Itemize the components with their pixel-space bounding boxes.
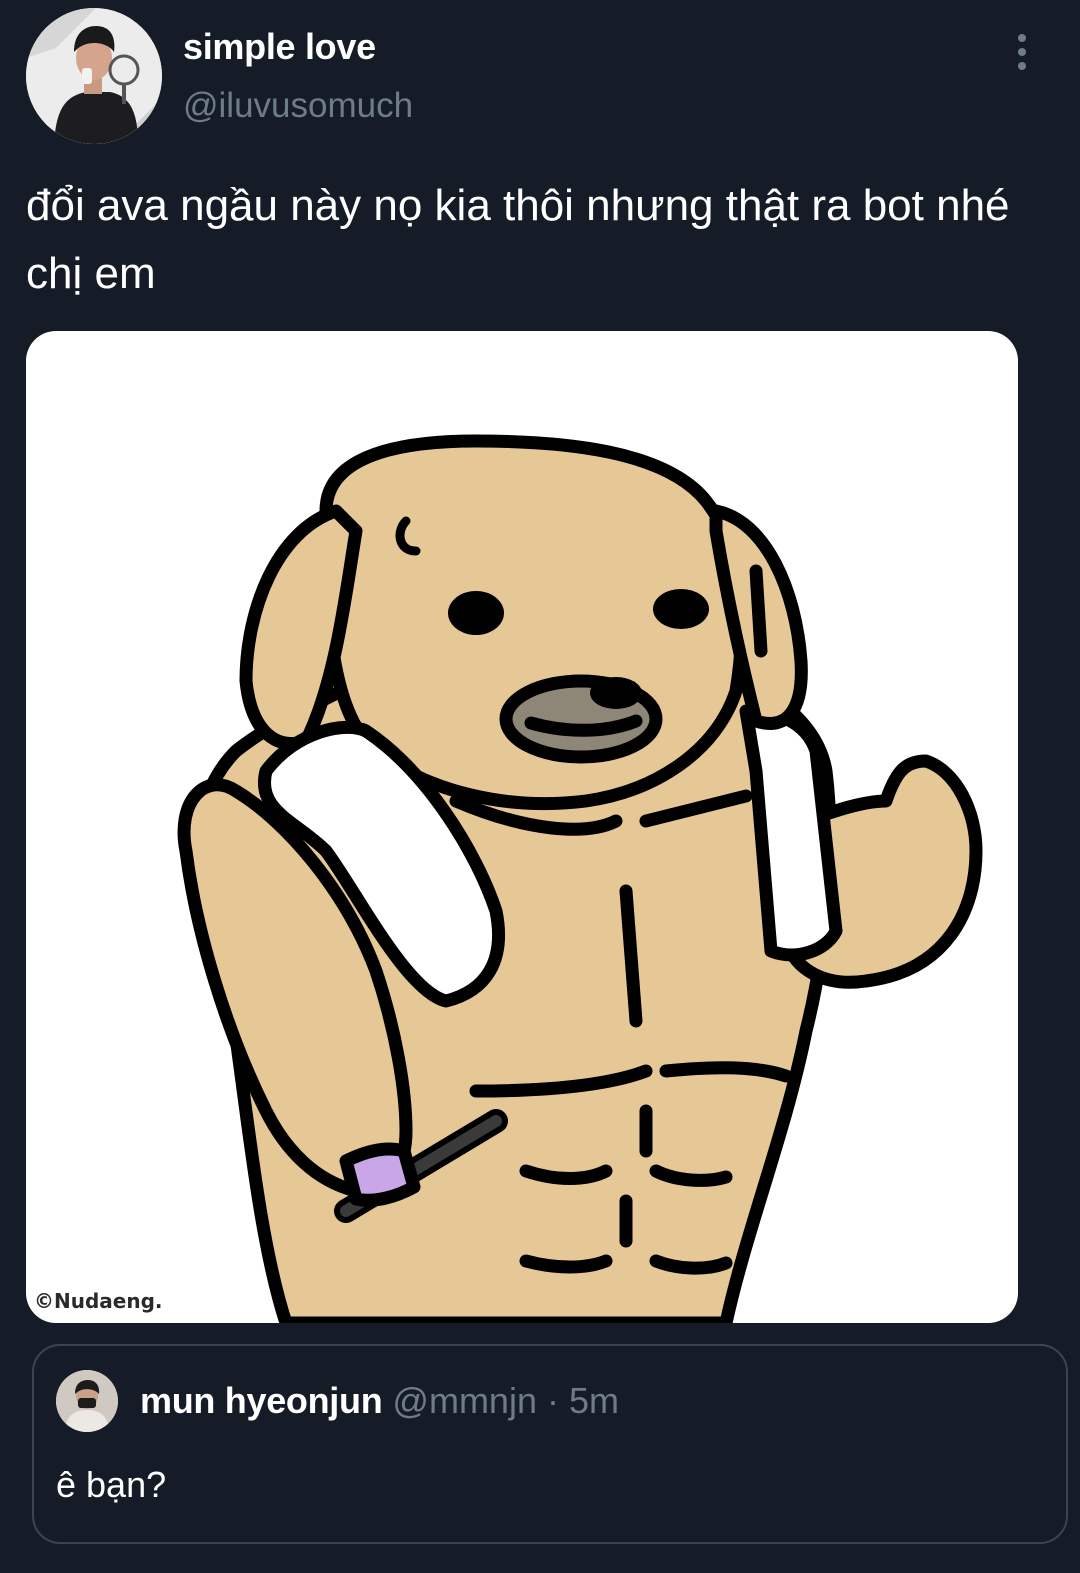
quoted-timestamp[interactable]: 5m (569, 1380, 619, 1421)
quoted-author-avatar[interactable] (56, 1370, 118, 1432)
quoted-tweet-card[interactable]: mun hyeonjun @mmnjn · 5m ê bạn? (32, 1344, 1068, 1544)
quoted-handle[interactable]: @mmnjn (392, 1380, 537, 1421)
avatar-photo (26, 8, 162, 144)
muscular-dog-illustration (177, 434, 983, 1323)
tweet-text: đổi ava ngầu này nọ kia thôi nhưng thật … (26, 181, 1010, 298)
author-display-name[interactable]: simple love (183, 26, 376, 68)
tweet-media-image[interactable]: ©Nudaeng. (26, 331, 1018, 1323)
vertical-dots-icon (1018, 34, 1026, 42)
quoted-display-name[interactable]: mun hyeonjun (140, 1380, 383, 1421)
avatar-photo (56, 1370, 118, 1432)
media-watermark: ©Nudaeng. (34, 1289, 163, 1313)
author-avatar[interactable] (26, 8, 162, 144)
meta-separator: · (546, 1380, 559, 1421)
more-options-button[interactable] (1006, 30, 1038, 74)
quoted-tweet-text: ê bạn? (56, 1464, 167, 1505)
quoted-tweet-header: mun hyeonjun @mmnjn · 5m (140, 1380, 619, 1422)
author-handle[interactable]: @iluvusomuch (183, 86, 413, 126)
